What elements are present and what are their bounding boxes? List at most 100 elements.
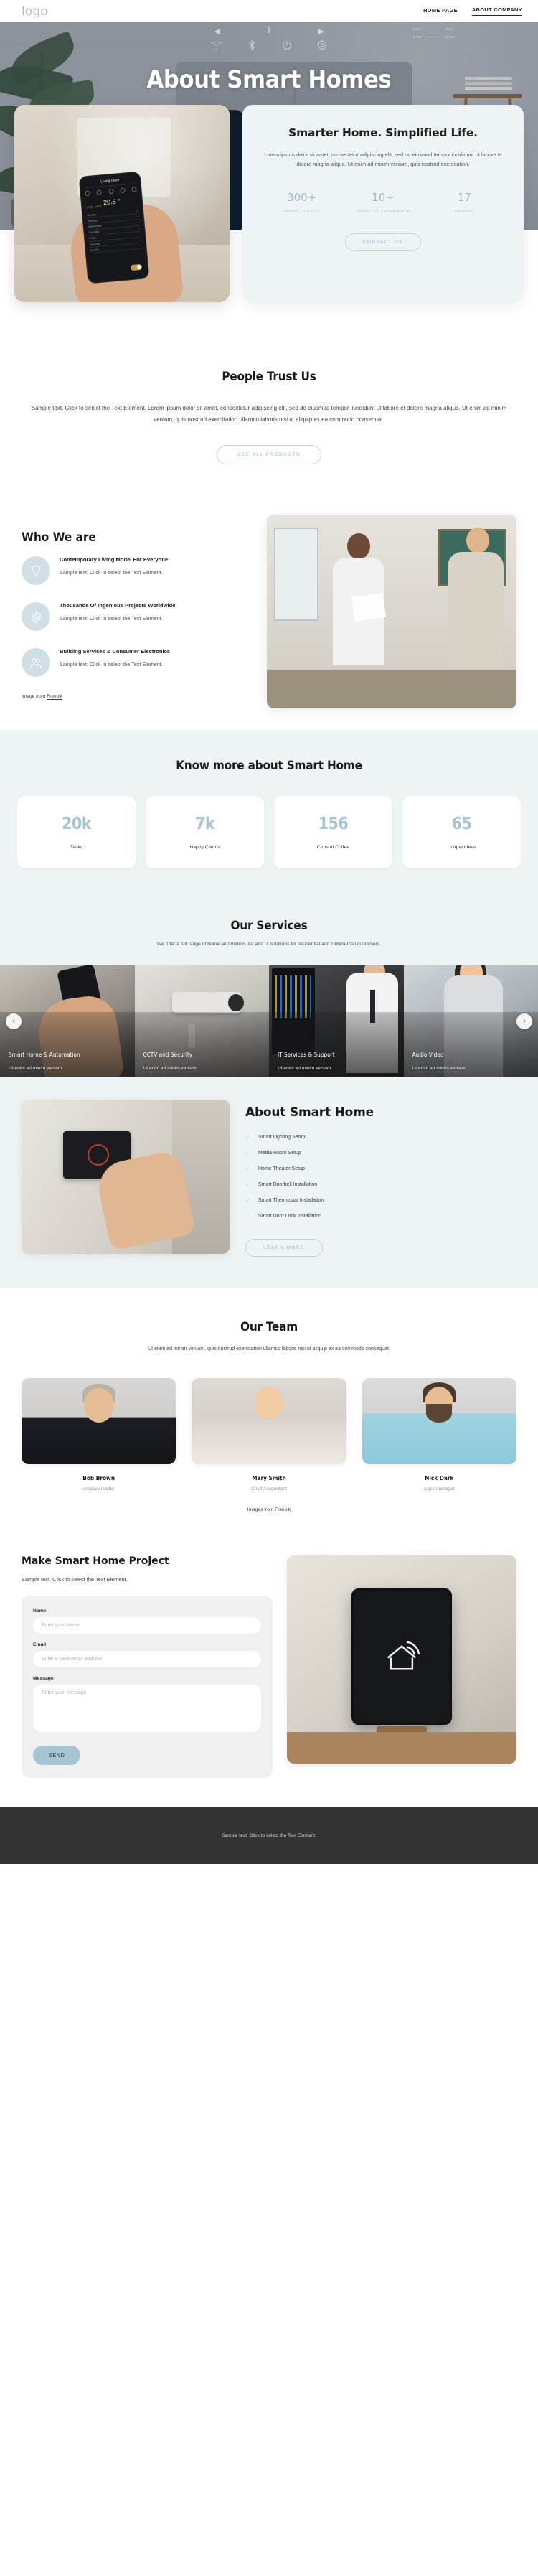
stat-label: YEARS OF EXPERIENCE [356,209,410,214]
nav-item-about-company[interactable]: ABOUT COMPANY [471,6,522,16]
email-input[interactable] [33,1651,261,1668]
service-card-desc: Ut enim ad minim veniam [143,1066,197,1072]
counter-card: 65 Unique Ideas [402,796,521,869]
counter-label: Unique Ideas [447,845,476,851]
tablet-mockup [351,1588,452,1725]
carousel-next-icon[interactable]: › [516,1013,532,1029]
nav-item-home-page[interactable]: HOME PAGE [423,7,458,16]
services-subtitle: We offer a full range of home automation… [156,942,382,947]
team-subtitle: Ut enim ad minim veniam, quis nostrud ex… [148,1346,390,1352]
checklist-item: ✓ Smart Lighting Setup [245,1134,516,1141]
team-image-credit: Images from Freepik [22,1507,516,1512]
smart-home-wifi-icon [382,1635,422,1679]
app-day: Monday [87,212,97,217]
hero-cards-row: Living room 20.5 ° 10:00 - 14:30 Monday ✓… [0,105,538,335]
feature-title: Thousands Of Ingenious Projects Worldwid… [60,602,176,609]
services-section: Our Services We offer a full range of ho… [0,900,538,1077]
counters-title: Know more about Smart Home [176,759,362,774]
team-member-card: Bob Brown creative leader [22,1378,176,1491]
about-smart-home-title: About Smart Home [245,1105,374,1120]
hero-prev-icon[interactable]: ◀ [214,27,220,36]
people-trust-section: People Trust Us Sample text. Click to se… [0,335,538,508]
check-icon: ✓ [245,1134,250,1141]
see-all-products-button[interactable]: SEE ALL PRODUCTS [217,445,321,465]
about-smart-home-image [22,1100,230,1255]
stat-number: 10+ [372,190,395,204]
counter-card: 156 Cups of Coffee [274,796,392,869]
checklist-label: Media Room Setup [258,1151,301,1156]
checklist-item: ✓ Home Theater Setup [245,1166,516,1172]
schedule-time: 2 PM [413,27,421,32]
team-member-card: Nick Dark sales manager [362,1378,516,1491]
who-we-are-section: Who We are Contemporary Living Model For… [0,507,538,731]
stat-label: AWARDS [454,209,474,214]
team-member-name: Mary Smith [252,1474,286,1482]
message-label: Message [33,1676,54,1682]
image-credit: Image from Freepik [22,694,251,699]
checklist-label: Smart Lighting Setup [258,1135,306,1141]
contact-us-button[interactable]: CONTACT US [344,233,422,252]
counter-label: Cups of Coffee [316,845,350,851]
team-member-role: Chief Accountant [251,1486,287,1492]
service-card-desc: Ut enim ad minim veniam [9,1066,62,1072]
hero-stats-row: 300+ HAPPY CLIENTS 10+ YEARS OF EXPERIEN… [261,191,505,215]
send-button[interactable]: SEND [33,1746,81,1766]
feature-item: Building Services & Consumer Electronics… [22,648,251,678]
about-smart-home-section: About Smart Home ✓ Smart Lighting Setup … [0,1077,538,1289]
schedule-task: Dinner [445,35,456,39]
trust-text: Sample text. Click to select the Text El… [31,405,507,423]
contact-section: Make Smart Home Project Sample text. Cli… [0,1538,538,1807]
team-member-photo [22,1378,176,1465]
schedule-task: Work [445,27,453,32]
name-input[interactable] [33,1617,261,1634]
feature-desc: Sample text. Click to select the Text El… [60,661,163,668]
checklist-label: Home Theater Setup [258,1166,305,1172]
email-label: Email [33,1642,47,1648]
site-header: logo HOME PAGE ABOUT COMPANY [0,0,538,22]
app-day: Sunday [90,248,99,252]
counter-number: 7k [194,815,215,834]
app-toggle[interactable] [130,263,143,271]
service-card[interactable]: CCTV and Security Ut enim ad minim venia… [134,965,269,1077]
service-card[interactable]: IT Services & Support Ut enim ad minim v… [269,965,404,1077]
name-label: Name [33,1608,47,1614]
message-textarea[interactable] [33,1685,261,1733]
feature-item: Thousands Of Ingenious Projects Worldwid… [22,602,251,632]
counter-number: 156 [318,815,349,834]
lightbulb-icon [22,556,50,586]
hero-title: About Smart Homes [146,65,392,94]
hero-pause-icon[interactable]: ‖ [268,27,271,36]
counters-section: Know more about Smart Home 20k Tasks 7k … [0,730,538,901]
hero-image-card: Living room 20.5 ° 10:00 - 14:30 Monday ✓… [14,105,230,302]
site-logo[interactable]: logo [22,4,48,19]
team-member-card: Mary Smith Chief Accountant [192,1378,346,1491]
service-card-title: CCTV and Security [143,1051,193,1059]
smart-home-app-phone: Living room 20.5 ° 10:00 - 14:30 Monday ✓… [78,171,150,284]
hero-icon-row [0,39,538,55]
wifi-icon [211,39,222,55]
hero-next-icon[interactable]: ▶ [318,27,324,36]
team-member-role: creative leader [83,1486,115,1492]
bluetooth-icon [246,39,258,55]
service-card-title: IT Services & Support [278,1051,335,1059]
counter-card: 20k Tasks [17,796,136,869]
feature-desc: Sample text. Click to select the Text El… [60,615,163,622]
checklist-item: ✓ Smart Thermostat Installation [245,1197,516,1204]
services-carousel: ‹ Smart Home & Automation Ut enim ad min… [0,965,538,1077]
checklist-item: ✓ Smart Door Lock Installation [245,1213,516,1219]
credit-prefix: Image from [22,694,47,700]
services-title: Our Services [230,919,308,934]
credit-prefix: Images from [247,1507,275,1513]
page-root: logo HOME PAGE ABOUT COMPANY ◀ ‖ ▶ 2 PM … [0,0,538,1865]
feature-desc: Sample text. Click to select the Text El… [60,569,163,576]
app-day: Thursday [88,230,100,235]
learn-more-button[interactable]: LEARN MORE [245,1239,323,1257]
contact-image [287,1555,516,1764]
carousel-prev-icon[interactable]: ‹ [6,1013,22,1029]
credit-link-freepik[interactable]: Freepik [47,694,62,699]
app-day: Saturday [89,242,100,246]
service-card-desc: Ut enim ad minim veniam [278,1066,331,1072]
who-we-are-title: Who We are [22,530,96,545]
credit-link-freepik[interactable]: Freepik [275,1507,291,1512]
counter-number: 20k [61,815,92,834]
